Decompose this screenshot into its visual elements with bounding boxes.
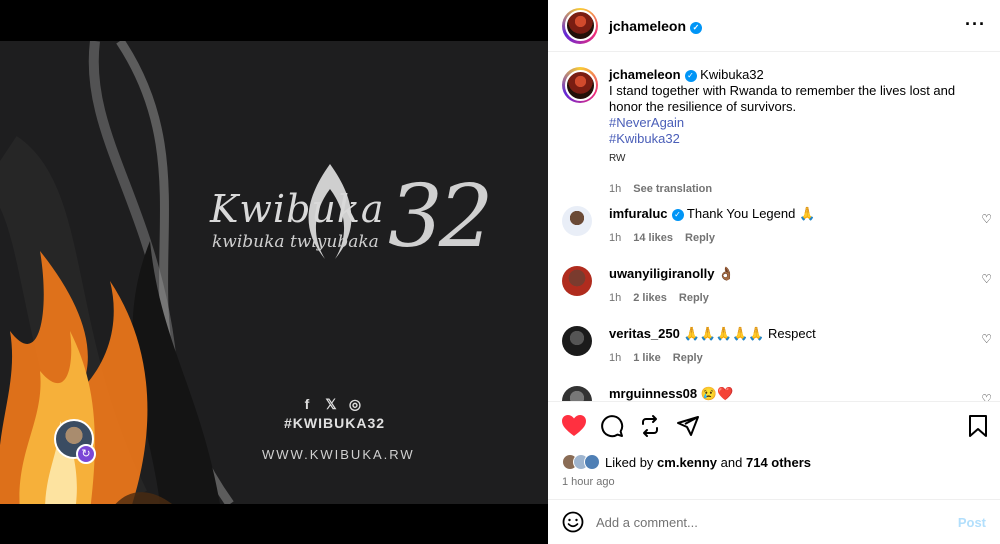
commenter-avatar[interactable] bbox=[562, 206, 592, 236]
repost-icon[interactable] bbox=[638, 414, 662, 438]
liked-by-prefix: Liked by bbox=[605, 454, 654, 470]
commenter-avatar[interactable] bbox=[562, 326, 592, 356]
hashtag-link[interactable]: #NeverAgain bbox=[609, 115, 969, 131]
author-avatar[interactable] bbox=[562, 7, 598, 44]
post-actions: Liked by cm.kenny and 714 others 1 hour … bbox=[548, 401, 1000, 499]
caption-location-tag: RW bbox=[609, 153, 626, 164]
caption-text: I stand together with Rwanda to remember… bbox=[609, 83, 956, 114]
commenter-username[interactable]: imfuraluc bbox=[609, 206, 668, 221]
comment-text: 😢❤️ bbox=[700, 386, 734, 401]
post-image[interactable]: Kwibuka kwibuka twiyubaka 32 f 𝕏 ◎ #KWIB… bbox=[0, 41, 548, 504]
bookmark-icon[interactable] bbox=[968, 414, 988, 438]
like-heart-icon[interactable] bbox=[562, 415, 586, 437]
comment-item: veritas_250 🙏🙏🙏🙏🙏 Respect 1h 1 like Repl… bbox=[562, 326, 992, 366]
comment-likes[interactable]: 2 likes bbox=[633, 290, 667, 306]
see-translation-button[interactable]: See translation bbox=[633, 181, 712, 197]
others-count[interactable]: 714 others bbox=[746, 455, 811, 470]
commenter-username[interactable]: veritas_250 bbox=[609, 326, 680, 341]
social-icons: f 𝕏 ◎ bbox=[300, 396, 362, 413]
collab-badge-icon[interactable]: ↻ bbox=[76, 444, 96, 464]
media-hashtag: #KWIBUKA32 bbox=[284, 415, 386, 431]
share-icon[interactable] bbox=[676, 414, 700, 438]
like-comment-icon[interactable]: ♡ bbox=[981, 392, 992, 401]
comment-input[interactable]: Add a comment... bbox=[596, 515, 958, 530]
commenter-avatar[interactable] bbox=[562, 266, 592, 296]
commenter-username[interactable]: mrguinness08 bbox=[609, 386, 697, 401]
liked-by-and: and bbox=[720, 454, 743, 470]
caption-username[interactable]: jchameleon bbox=[609, 67, 681, 82]
comment-item: mrguinness08 😢❤️ ♡ bbox=[562, 386, 992, 401]
comment-time[interactable]: 1h bbox=[609, 230, 621, 246]
emoji-icon[interactable] bbox=[562, 511, 584, 533]
like-comment-icon[interactable]: ♡ bbox=[981, 272, 992, 286]
comment-likes[interactable]: 14 likes bbox=[633, 230, 673, 246]
comment-likes[interactable]: 1 like bbox=[633, 350, 661, 366]
comment-text: 🙏🙏🙏🙏🙏 Respect bbox=[683, 326, 816, 341]
post-header: jchameleon ✓ ··· bbox=[548, 0, 1000, 52]
caption-author-avatar[interactable] bbox=[562, 67, 598, 103]
comment-icon[interactable] bbox=[600, 414, 624, 438]
x-icon: 𝕏 bbox=[325, 396, 337, 412]
kwibuka-title: Kwibuka bbox=[210, 187, 385, 231]
kwibuka-number: 32 bbox=[388, 167, 493, 267]
post-media[interactable]: Kwibuka kwibuka twiyubaka 32 f 𝕏 ◎ #KWIB… bbox=[0, 0, 548, 544]
comment-time[interactable]: 1h bbox=[609, 350, 621, 366]
commenter-username[interactable]: uwanyiligiranolly bbox=[609, 266, 714, 281]
instagram-icon: ◎ bbox=[348, 396, 362, 412]
verified-badge-icon: ✓ bbox=[690, 21, 703, 34]
caption-avatar-image bbox=[564, 69, 596, 101]
more-options-icon[interactable]: ··· bbox=[965, 14, 986, 35]
author-avatar-image bbox=[564, 10, 596, 41]
post-time[interactable]: 1 hour ago bbox=[562, 476, 615, 488]
hashtag-link[interactable]: #Kwibuka32 bbox=[609, 131, 969, 147]
author-username[interactable]: jchameleon ✓ bbox=[609, 18, 703, 34]
verified-badge-icon: ✓ bbox=[671, 209, 684, 221]
comment-text: Thank You Legend 🙏 bbox=[686, 206, 816, 221]
comments-scroll-area[interactable]: jchameleon ✓ Kwibuka32 I stand together w… bbox=[548, 53, 1000, 401]
liked-by-user[interactable]: cm.kenny bbox=[657, 455, 717, 470]
comment-item: imfuraluc ✓ Thank You Legend 🙏 1h 14 like… bbox=[562, 206, 992, 246]
add-comment-bar: Add a comment... Post bbox=[548, 499, 1000, 544]
facebook-icon: f bbox=[304, 396, 310, 412]
verified-badge-icon: ✓ bbox=[684, 70, 697, 82]
post-caption: jchameleon ✓ Kwibuka32 I stand together w… bbox=[562, 67, 969, 197]
post-details-panel: jchameleon ✓ ··· jchameleon ✓ Kwibuka32 I … bbox=[548, 0, 1000, 544]
commenter-avatar[interactable] bbox=[562, 386, 592, 401]
post-comment-button[interactable]: Post bbox=[958, 515, 986, 530]
caption-title: Kwibuka32 bbox=[700, 67, 764, 82]
kwibuka-subtitle: kwibuka twiyubaka bbox=[212, 232, 379, 252]
like-comment-icon[interactable]: ♡ bbox=[981, 332, 992, 346]
caption-time[interactable]: 1h bbox=[609, 181, 621, 197]
reply-button[interactable]: Reply bbox=[679, 290, 709, 306]
reply-button[interactable]: Reply bbox=[685, 230, 715, 246]
media-website: WWW.KWIBUKA.RW bbox=[262, 447, 415, 462]
comment-item: uwanyiligiranolly 👌🏾 1h 2 likes Reply ♡ bbox=[562, 266, 992, 306]
comment-time[interactable]: 1h bbox=[609, 290, 621, 306]
comment-text: 👌🏾 bbox=[718, 266, 735, 281]
like-comment-icon[interactable]: ♡ bbox=[981, 212, 992, 226]
likes-summary[interactable]: Liked by cm.kenny and 714 others bbox=[562, 454, 811, 470]
reply-button[interactable]: Reply bbox=[673, 350, 703, 366]
liker-avatar bbox=[584, 454, 600, 470]
